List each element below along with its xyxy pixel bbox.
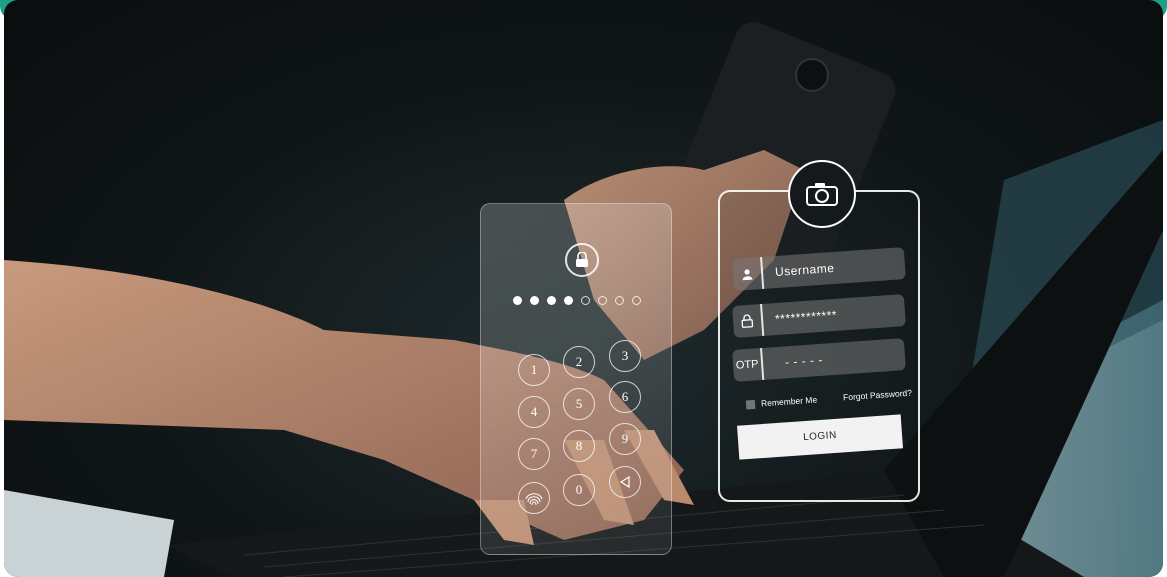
pin-dot — [598, 296, 607, 305]
fingerprint-icon[interactable] — [518, 482, 550, 514]
key-9[interactable]: 9 — [609, 423, 641, 455]
key-7[interactable]: 7 — [518, 438, 550, 470]
pin-indicator — [513, 296, 641, 305]
pin-dot — [615, 296, 624, 305]
key-4[interactable]: 4 — [518, 396, 550, 428]
otp-mask: - - - - - — [784, 352, 824, 370]
key-3[interactable]: 3 — [609, 340, 641, 372]
padlock-icon — [565, 243, 599, 277]
pin-dot — [547, 296, 556, 305]
key-1[interactable]: 1 — [518, 354, 550, 386]
username-placeholder: Username — [774, 260, 835, 280]
key-2[interactable]: 2 — [563, 346, 595, 378]
key-6[interactable]: 6 — [609, 381, 641, 413]
padlock-icon — [732, 303, 765, 338]
key-5[interactable]: 5 — [563, 388, 595, 420]
pin-dot — [564, 296, 573, 305]
pin-dot — [530, 296, 539, 305]
back-triangle-icon[interactable] — [609, 466, 641, 498]
pin-dot — [513, 296, 522, 305]
pin-dot — [581, 296, 590, 305]
key-8[interactable]: 8 — [563, 430, 595, 462]
camera-icon — [788, 160, 856, 228]
key-0[interactable]: 0 — [563, 474, 595, 506]
password-mask: ************ — [774, 307, 838, 327]
otp-label: OTP — [732, 347, 765, 382]
pin-dot — [632, 296, 641, 305]
pin-keypad-panel: 1 2 3 4 5 6 7 8 9 0 — [480, 203, 672, 555]
user-icon — [732, 256, 765, 291]
remember-checkbox[interactable] — [745, 399, 756, 409]
